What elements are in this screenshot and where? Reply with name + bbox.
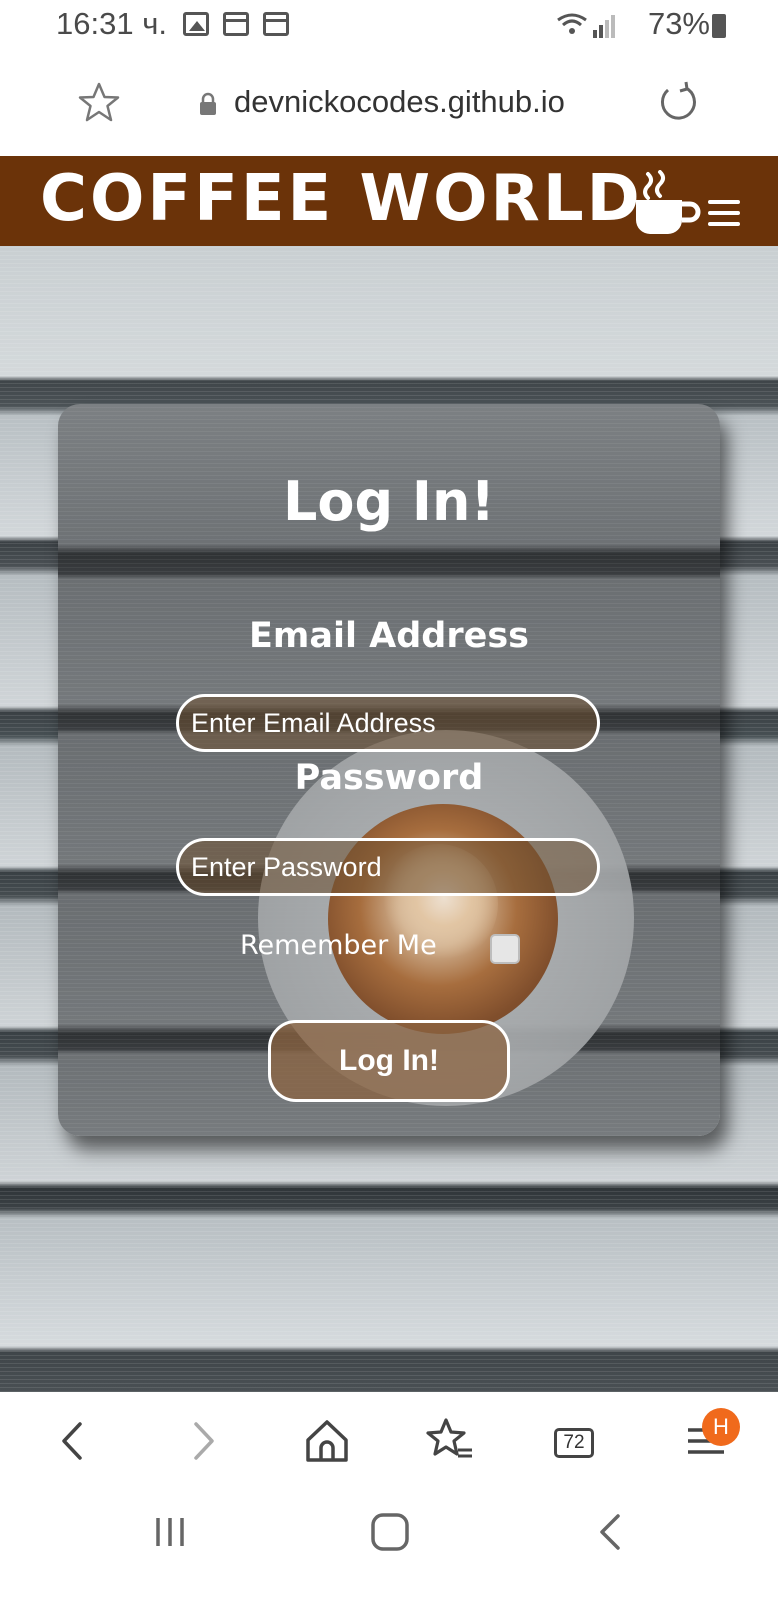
- calendar-icon: [223, 12, 249, 36]
- email-label: Email Address: [248, 616, 530, 656]
- site-title[interactable]: COFFEE WORLD: [40, 162, 643, 236]
- login-heading: Log In!: [282, 470, 496, 533]
- home-button-icon[interactable]: [368, 1510, 412, 1554]
- url-field[interactable]: devnickocodes.github.io: [234, 84, 565, 120]
- browser-bottom-bar: 72: [0, 1392, 778, 1492]
- remember-me-checkbox[interactable]: [490, 934, 520, 964]
- signal-icon: [593, 15, 615, 38]
- back-icon[interactable]: [46, 1414, 100, 1468]
- home-icon[interactable]: [300, 1414, 354, 1468]
- lock-icon: [200, 92, 216, 115]
- battery-icon: [712, 14, 726, 38]
- android-nav-bar: [0, 1492, 778, 1599]
- recent-apps-icon[interactable]: [150, 1512, 190, 1552]
- status-time: 16:31 ч.: [56, 6, 167, 41]
- status-bar: 16:31 ч. 73%: [0, 0, 778, 56]
- login-button[interactable]: Log In!: [268, 1020, 510, 1102]
- bookmark-star-icon[interactable]: [76, 80, 122, 126]
- remember-me-label: Remember Me: [240, 930, 437, 961]
- login-card: Log In! Email Address Password Remember …: [58, 404, 720, 1136]
- wifi-icon: [557, 13, 587, 34]
- reload-icon[interactable]: [656, 80, 702, 126]
- tab-count: 72: [554, 1428, 594, 1458]
- url-bar: devnickocodes.github.io: [0, 56, 778, 156]
- bookmarks-icon[interactable]: [424, 1414, 478, 1468]
- tabs-icon[interactable]: 72: [552, 1414, 606, 1468]
- forward-icon[interactable]: [176, 1414, 230, 1468]
- battery-percent: 73%: [647, 6, 710, 41]
- password-input[interactable]: [176, 838, 600, 896]
- hamburger-menu-icon[interactable]: [708, 200, 740, 228]
- site-header: COFFEE WORLD: [0, 156, 778, 246]
- system-back-icon[interactable]: [592, 1510, 632, 1554]
- status-notification-icons: [183, 12, 289, 36]
- email-input[interactable]: [176, 694, 600, 752]
- coffee-cup-icon: [636, 170, 701, 234]
- password-label: Password: [294, 758, 484, 798]
- calendar-icon: [263, 12, 289, 36]
- menu-notification-badge: H: [702, 1408, 740, 1446]
- gallery-icon: [183, 12, 209, 36]
